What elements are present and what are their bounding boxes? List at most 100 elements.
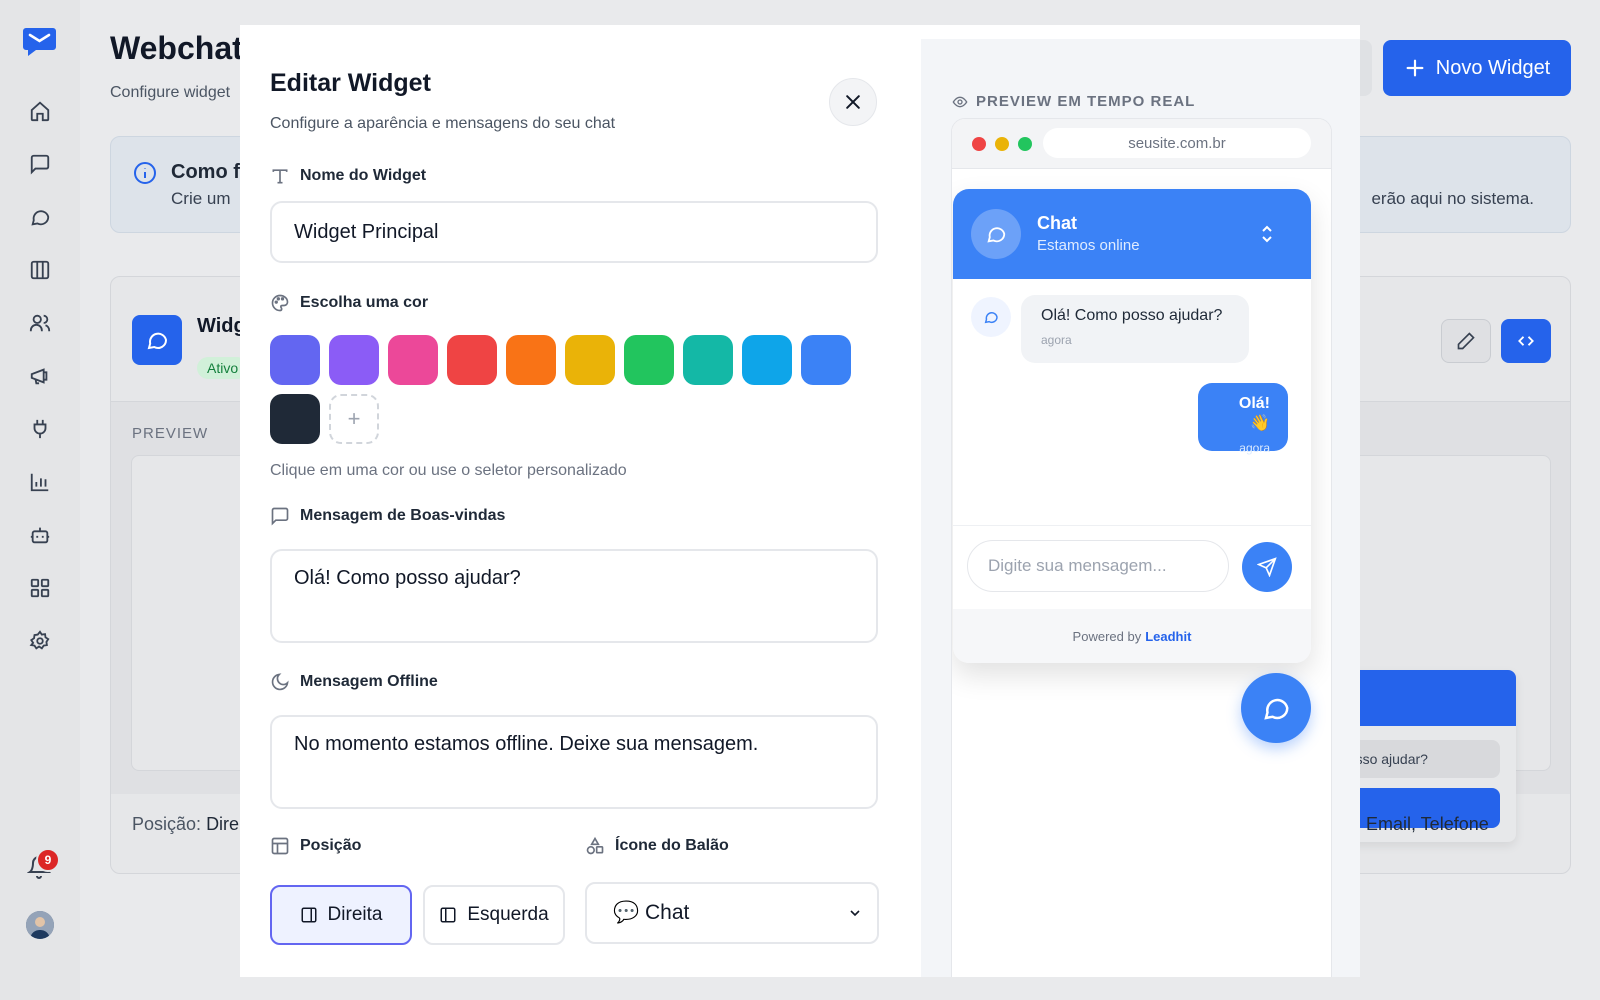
position-right-button[interactable]: Direita	[270, 885, 412, 945]
bubble-icon-select[interactable]: 💬 Chat	[585, 882, 879, 944]
notification-count-badge: 9	[36, 848, 60, 872]
color-swatch[interactable]	[801, 335, 851, 385]
close-icon	[843, 92, 863, 112]
widget-name: Widg	[197, 315, 246, 337]
page-title: Webchat	[110, 30, 243, 66]
plus-icon	[1404, 57, 1426, 79]
text-type-icon	[270, 166, 290, 186]
bubble-icon-label-text: Ícone do Balão	[615, 837, 729, 854]
color-swatch[interactable]	[447, 335, 497, 385]
color-swatch[interactable]	[270, 394, 320, 444]
info-text: Crie um	[171, 189, 231, 208]
megaphone-icon[interactable]	[27, 363, 53, 389]
color-swatch[interactable]	[506, 335, 556, 385]
settings-icon[interactable]	[27, 628, 53, 654]
widget-name-input[interactable]: Widget Principal	[270, 201, 878, 263]
chat-input-row: Digite sua mensagem...	[953, 525, 1311, 609]
fields-footer: Email, Telefone	[1366, 814, 1489, 834]
shapes-icon	[585, 836, 605, 856]
outgoing-message-bubble: Olá! 👋 agora	[1198, 383, 1288, 455]
home-icon[interactable]	[27, 98, 53, 124]
color-swatch[interactable]	[624, 335, 674, 385]
position-footer-value: Dire	[206, 814, 240, 834]
user-avatar[interactable]	[26, 911, 54, 939]
page-subtitle: Configure widget	[110, 84, 231, 101]
position-field-label: Posição	[270, 836, 361, 856]
app-logo-icon[interactable]	[22, 25, 57, 57]
eye-icon	[952, 94, 968, 110]
window-close-dot	[972, 137, 986, 151]
color-swatch[interactable]	[683, 335, 733, 385]
position-right-label: Direita	[327, 904, 383, 925]
welcome-field-label: Mensagem de Boas-vindas	[270, 506, 505, 526]
code-icon	[1516, 331, 1536, 351]
offline-field-label: Mensagem Offline	[270, 672, 438, 692]
modal-subtitle: Configure a aparência e mensagens do seu…	[270, 115, 616, 132]
chat-header-icon	[971, 209, 1021, 259]
grid-icon[interactable]	[27, 575, 53, 601]
incoming-message-time: agora	[1041, 333, 1072, 347]
edit-widget-modal: Editar Widget Configure a aparência e me…	[240, 25, 1360, 977]
offline-message-textarea[interactable]: No momento estamos offline. Deixe sua me…	[270, 715, 878, 809]
moon-icon	[270, 672, 290, 692]
welcome-label-text: Mensagem de Boas-vindas	[300, 507, 506, 524]
browser-mockup: seusite.com.br Chat Estamos online Olá! …	[951, 118, 1332, 977]
bubble-icon-field-label: Ícone do Balão	[585, 836, 729, 856]
new-widget-button[interactable]: Novo Widget	[1383, 40, 1571, 96]
columns-icon[interactable]	[27, 257, 53, 283]
bot-icon[interactable]	[27, 522, 53, 548]
bot-message-icon	[971, 297, 1011, 337]
edit-button[interactable]	[1441, 319, 1491, 363]
info-text-right: erão aqui no sistema.	[1371, 189, 1534, 208]
color-swatch[interactable]	[329, 335, 379, 385]
chat-message-input[interactable]: Digite sua mensagem...	[967, 540, 1229, 592]
position-label-text: Posição	[300, 837, 362, 854]
live-preview-label-text: PREVIEW EM TEMPO REAL	[976, 93, 1196, 110]
name-field-label: Nome do Widget	[270, 166, 426, 186]
powered-by-text: Powered by	[1072, 628, 1142, 644]
info-icon	[133, 161, 157, 185]
send-button[interactable]	[1242, 542, 1292, 592]
panel-right-icon	[300, 906, 318, 924]
palette-icon	[270, 293, 290, 313]
bar-chart-icon[interactable]	[27, 469, 53, 495]
custom-color-button[interactable]: +	[329, 394, 379, 444]
chevron-down-icon	[847, 905, 863, 921]
offline-label-text: Mensagem Offline	[300, 673, 438, 690]
chat-window: Chat Estamos online Olá! Como posso ajud…	[953, 189, 1311, 663]
live-preview-panel: PREVIEW EM TEMPO REAL seusite.com.br Cha…	[921, 39, 1360, 977]
embed-code-button[interactable]	[1501, 319, 1551, 363]
color-swatch[interactable]	[742, 335, 792, 385]
url-bar: seusite.com.br	[1043, 128, 1311, 158]
layout-icon	[270, 836, 290, 856]
users-icon[interactable]	[27, 310, 53, 336]
position-left-button[interactable]: Esquerda	[423, 885, 565, 945]
color-field-label: Escolha uma cor	[270, 293, 428, 313]
position-footer: Posição: Dire	[132, 814, 239, 835]
color-swatch[interactable]	[270, 335, 320, 385]
color-swatch[interactable]	[388, 335, 438, 385]
pencil-icon	[1456, 331, 1476, 351]
outgoing-message-time: agora	[1239, 441, 1270, 455]
chat-title: Chat	[1037, 213, 1077, 233]
brand-link[interactable]: Leadhit	[1145, 629, 1191, 644]
bubble-icon-value: 💬 Chat	[613, 901, 690, 924]
chat-status: Estamos online	[1037, 237, 1140, 254]
message-square-icon[interactable]	[27, 151, 53, 177]
live-preview-label: PREVIEW EM TEMPO REAL	[952, 93, 1195, 110]
color-swatch[interactable]	[565, 335, 615, 385]
sidebar: 9	[0, 0, 80, 1000]
message-circle-icon[interactable]	[27, 204, 53, 230]
incoming-message-text: Olá! Como posso ajudar?	[1041, 307, 1223, 324]
modal-title: Editar Widget	[270, 69, 431, 97]
name-label-text: Nome do Widget	[300, 167, 427, 184]
chat-launcher-icon[interactable]	[1241, 673, 1311, 743]
close-button[interactable]	[829, 78, 877, 126]
message-square-icon	[270, 506, 290, 526]
send-icon	[1257, 557, 1277, 577]
chevrons-up-down-icon[interactable]	[1257, 223, 1277, 245]
outgoing-message-text: Olá! 👋	[1238, 395, 1270, 432]
welcome-message-textarea[interactable]: Olá! Como posso ajudar?	[270, 549, 878, 643]
powered-by-footer: Powered by Leadhit	[953, 609, 1311, 663]
plug-icon[interactable]	[27, 416, 53, 442]
